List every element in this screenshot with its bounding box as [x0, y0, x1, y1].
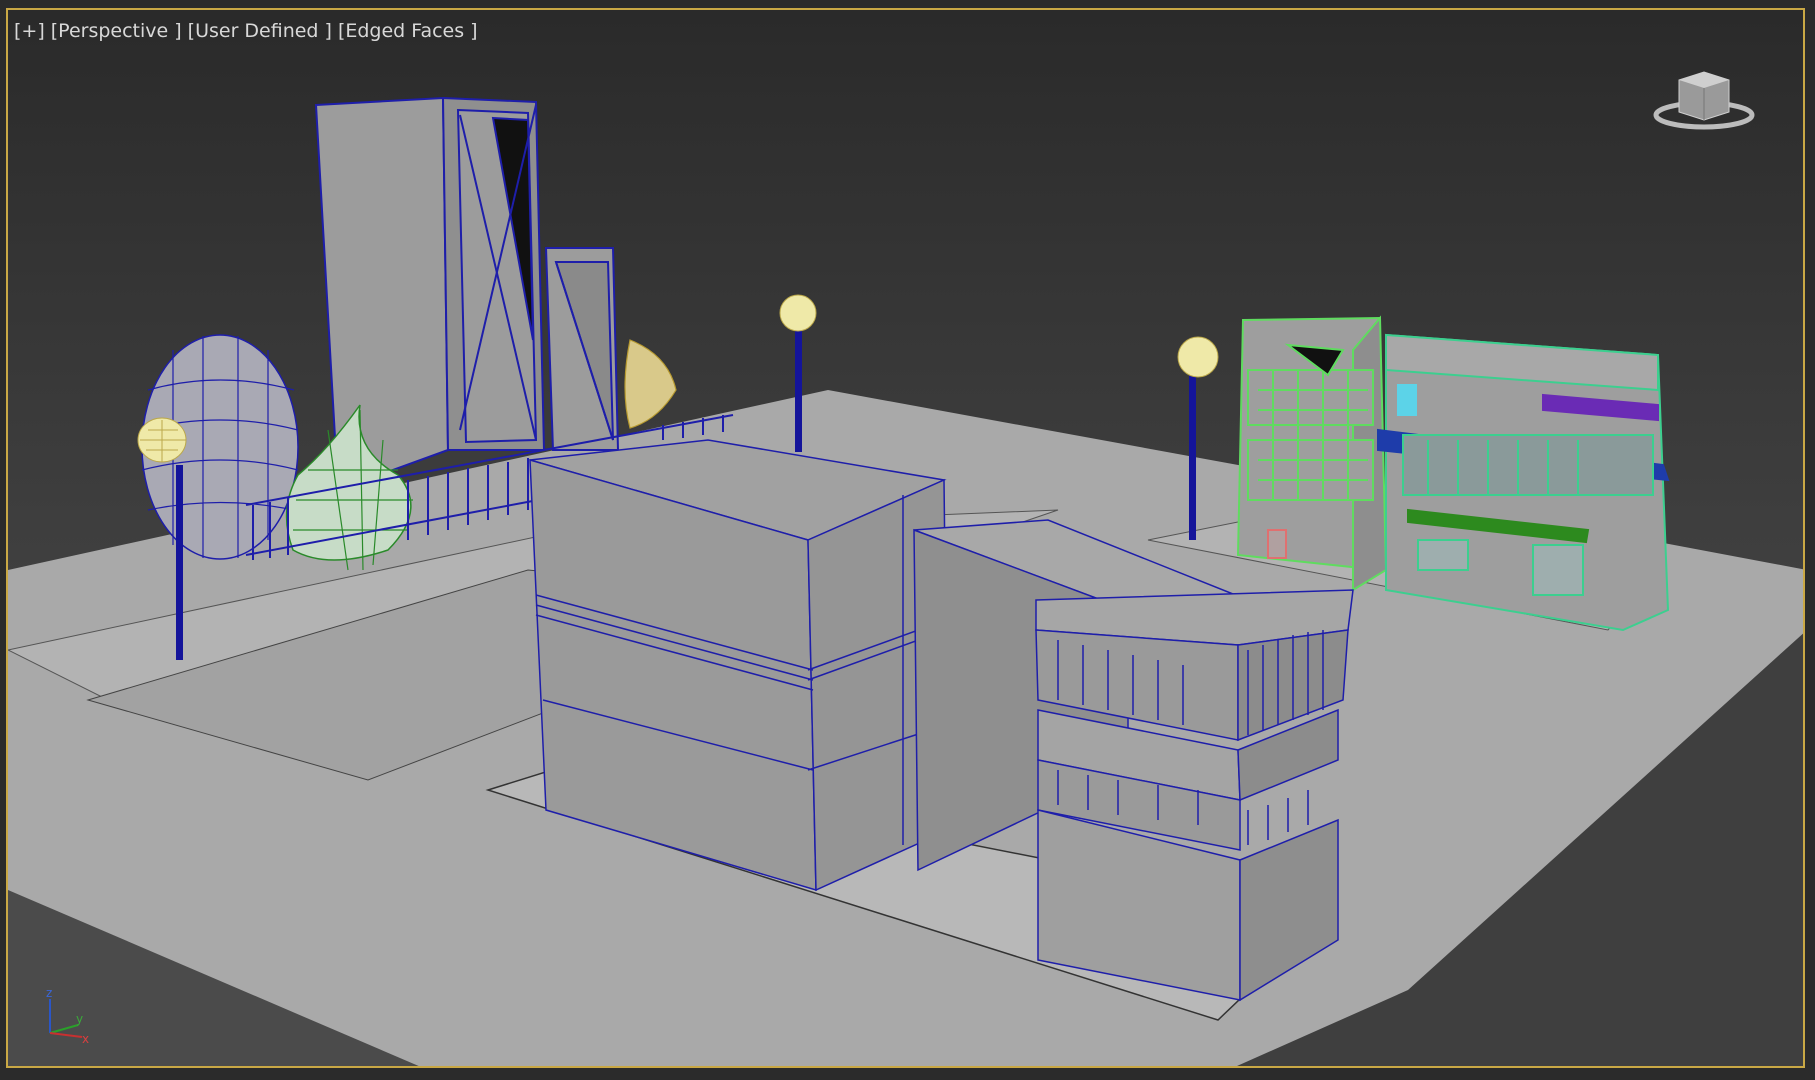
- viewport-label-menu: [+] [Perspective ] [User Defined ] [Edge…: [14, 20, 478, 42]
- viewcube-icon[interactable]: [1649, 60, 1759, 140]
- front-box-building[interactable]: [529, 439, 949, 892]
- axis-z-label: z: [46, 986, 52, 1000]
- green-building-wide[interactable]: [1377, 333, 1670, 632]
- green-building[interactable]: [1236, 315, 1388, 592]
- axis-y-label: y: [76, 1012, 83, 1026]
- tree-yellow[interactable]: [624, 339, 677, 429]
- viewport-shading-menu[interactable]: [User Defined ]: [188, 20, 332, 42]
- viewport-view-menu[interactable]: [Perspective ]: [51, 20, 182, 42]
- scene-render[interactable]: [8, 10, 1805, 1068]
- axis-x-label: x: [82, 1032, 89, 1045]
- axis-tripod-icon: z y x: [46, 986, 89, 1045]
- viewport-faces-menu[interactable]: [Edged Faces ]: [338, 20, 478, 42]
- viewport-plus-menu[interactable]: [+]: [14, 20, 45, 42]
- perspective-viewport[interactable]: [+] [Perspective ] [User Defined ] [Edge…: [6, 8, 1805, 1068]
